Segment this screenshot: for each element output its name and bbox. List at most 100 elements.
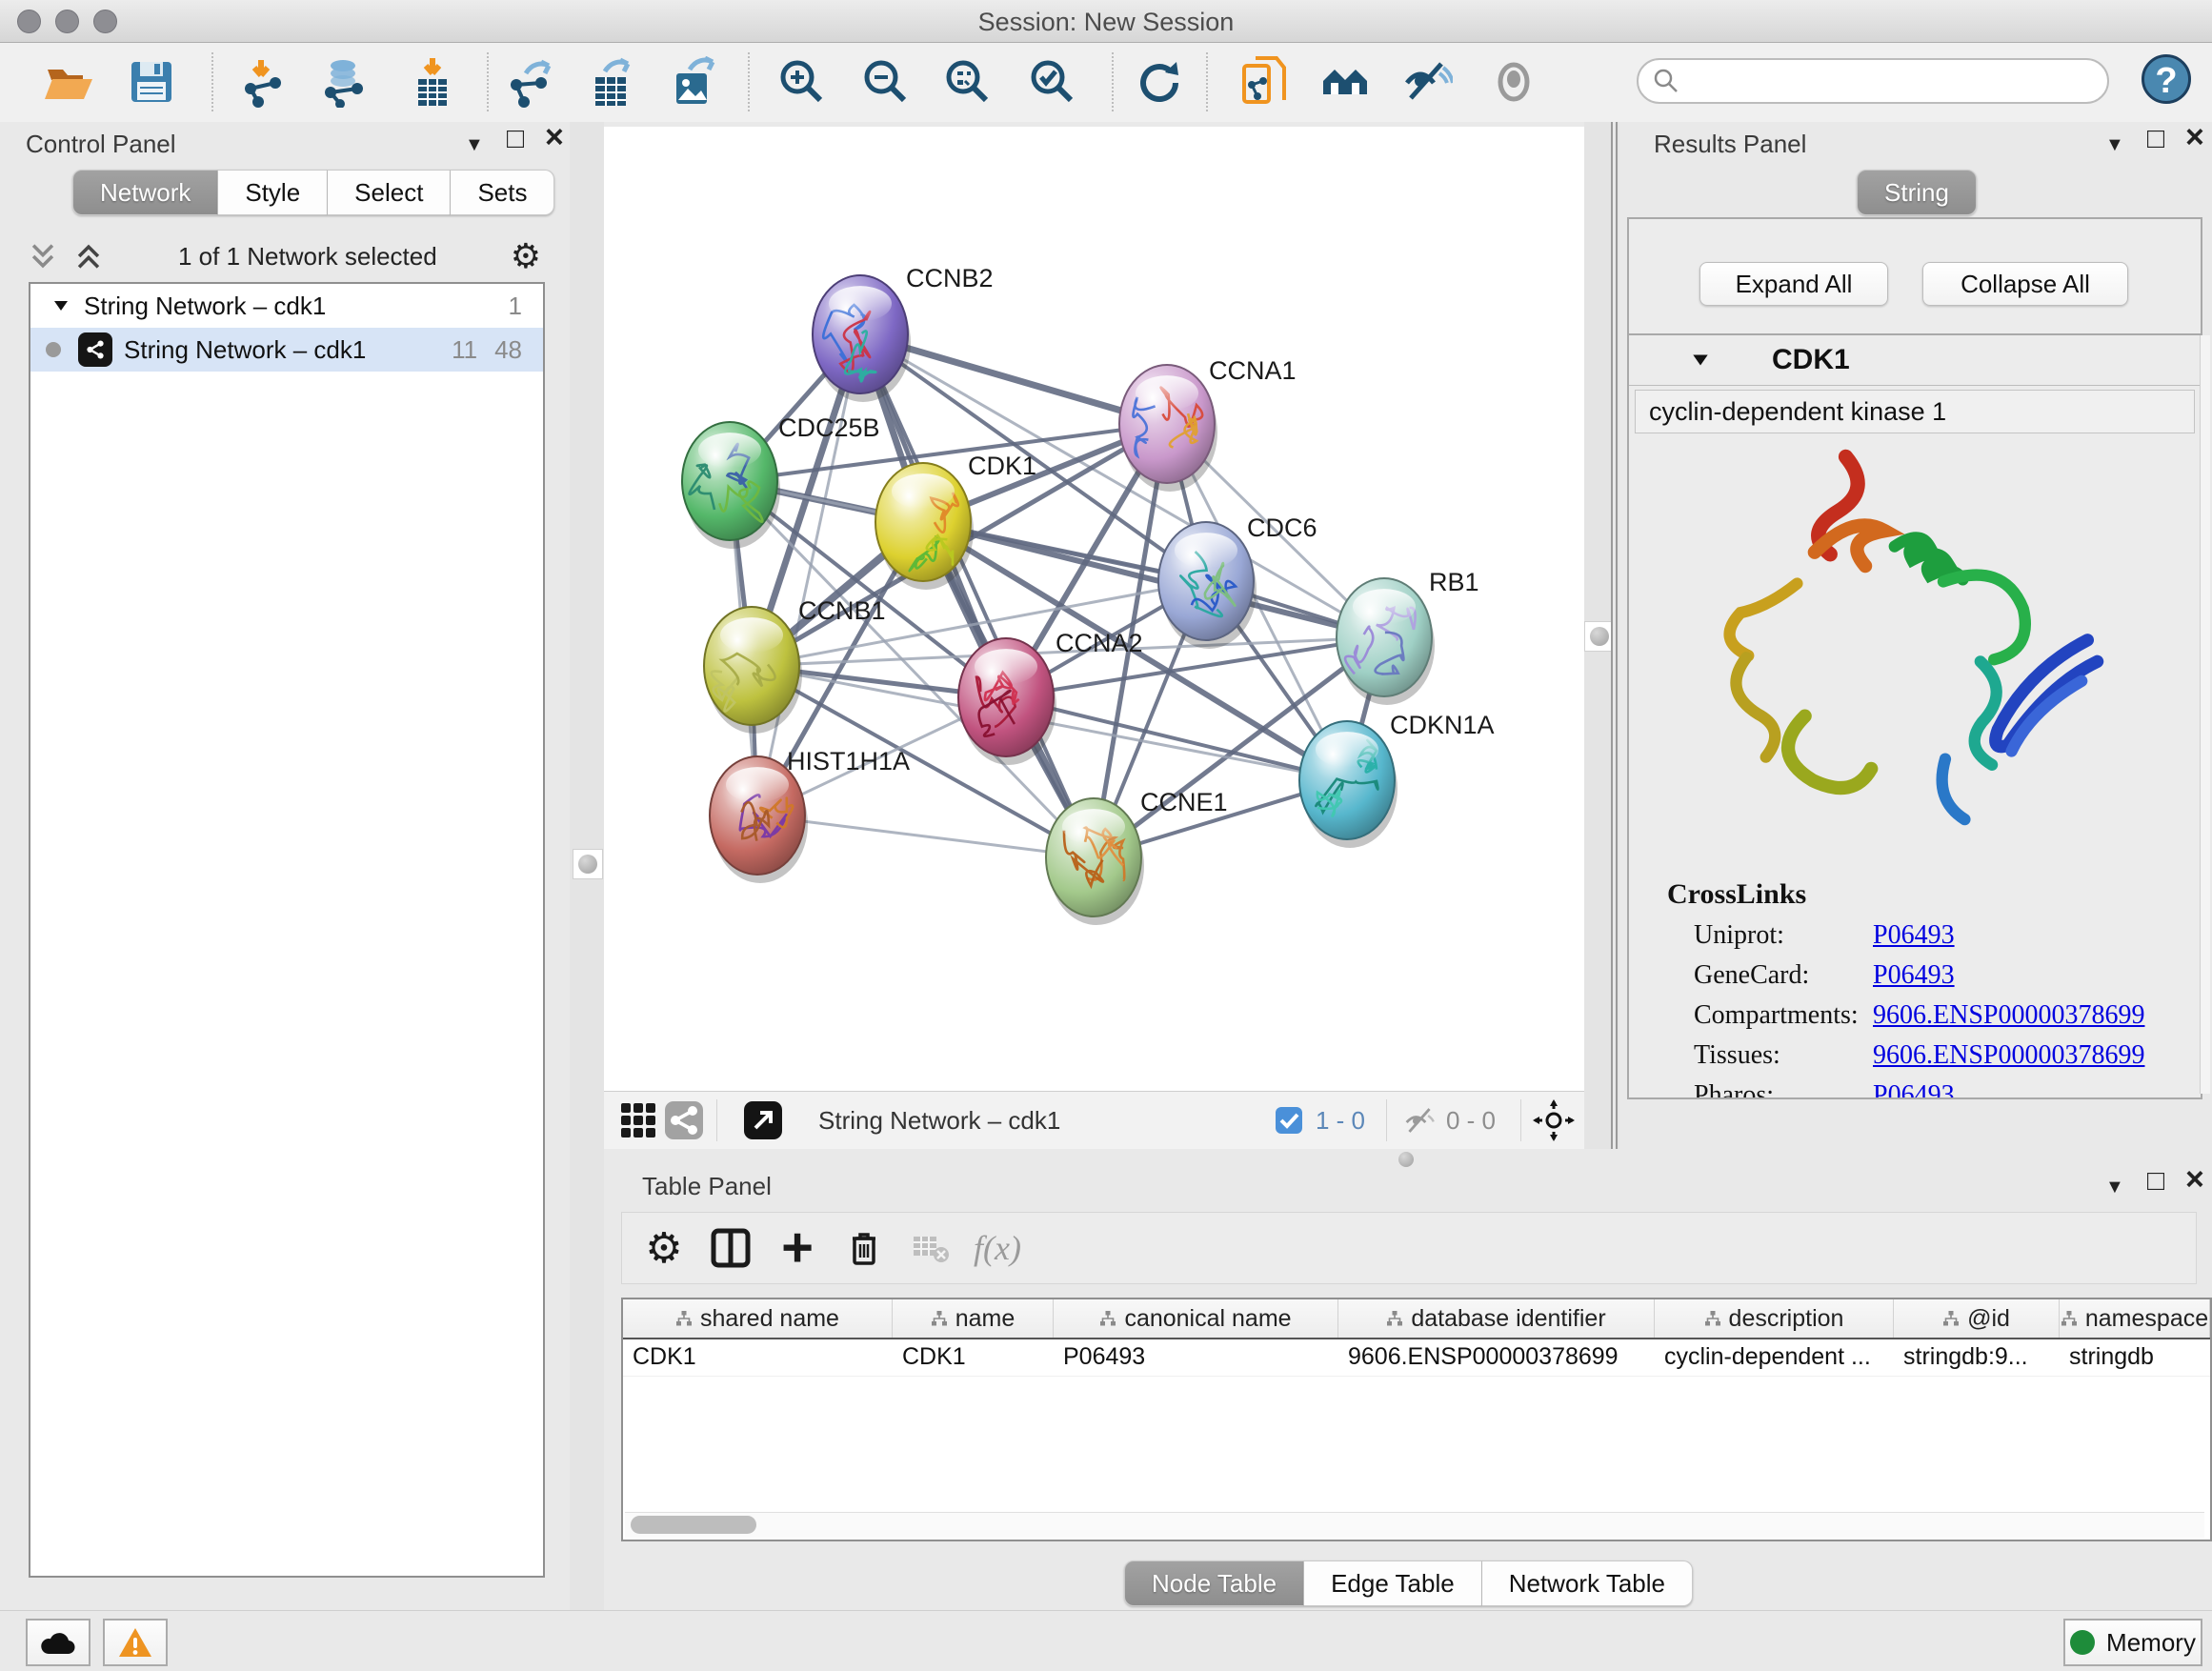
gene-section-header[interactable]: CDK1 — [1629, 335, 2201, 386]
results-panel-close-icon[interactable]: × — [2185, 124, 2204, 151]
import-table-icon[interactable] — [407, 56, 458, 108]
selected-checkbox-icon[interactable] — [1268, 1099, 1310, 1141]
column-header-namespace[interactable]: namespace — [2060, 1299, 2210, 1338]
network-node-ccnb1[interactable] — [704, 607, 802, 734]
cloud-button[interactable] — [26, 1619, 90, 1666]
results-panel-float-icon[interactable]: □ — [2147, 126, 2164, 152]
network-node-cdkn1a[interactable] — [1299, 721, 1398, 848]
import-network-file-icon[interactable] — [237, 56, 289, 108]
hide-selected-icon[interactable] — [1401, 56, 1453, 108]
tab-network[interactable]: Network — [72, 170, 218, 215]
column-header-database-identifier[interactable]: database identifier — [1338, 1299, 1655, 1338]
network-node-ccna1[interactable] — [1119, 365, 1217, 492]
right-splitter[interactable] — [1584, 122, 1619, 1149]
crosslink-link[interactable]: P06493 — [1873, 960, 1955, 991]
memory-button[interactable]: Memory — [2063, 1619, 2202, 1666]
crosslink-link[interactable]: P06493 — [1873, 1080, 1955, 1099]
show-all-icon[interactable] — [1488, 56, 1539, 108]
open-session-icon[interactable] — [42, 56, 93, 108]
table-horizontal-scrollbar[interactable] — [625, 1512, 2204, 1538]
control-panel-collapse-icon[interactable]: ▼ — [465, 131, 484, 158]
birds-eye-crosshair-icon[interactable] — [1533, 1099, 1575, 1141]
refresh-icon[interactable] — [1133, 56, 1184, 108]
import-network-database-icon[interactable] — [317, 56, 369, 108]
crosslink-link[interactable]: 9606.ENSP00000378699 — [1873, 1040, 2144, 1071]
table-cell[interactable]: CDK1 — [623, 1339, 893, 1376]
create-column-plus-icon[interactable]: + — [773, 1223, 822, 1273]
tab-network-table[interactable]: Network Table — [1482, 1560, 1693, 1606]
scrollbar-thumb[interactable] — [631, 1516, 756, 1534]
tab-string[interactable]: String — [1857, 170, 1977, 215]
show-columns-icon[interactable] — [706, 1223, 755, 1273]
network-edge[interactable] — [757, 334, 860, 815]
tab-style[interactable]: Style — [218, 170, 328, 215]
zoom-fit-icon[interactable] — [942, 56, 994, 108]
network-canvas[interactable]: CCNB2CCNA1CDC25BCDK1CDC6RB1CCNB1CCNA2CDK… — [604, 127, 1584, 1091]
export-network-icon[interactable] — [505, 56, 556, 108]
control-panel-float-icon[interactable]: □ — [507, 126, 524, 152]
left-splitter-handle[interactable] — [573, 849, 603, 879]
network-node-rb1[interactable] — [1337, 578, 1435, 705]
first-neighbors-icon[interactable] — [1319, 56, 1371, 108]
save-session-icon[interactable] — [126, 56, 177, 108]
clone-network-icon[interactable] — [1238, 56, 1290, 108]
table-row[interactable]: CDK1CDK1P064939606.ENSP00000378699cyclin… — [623, 1339, 2210, 1377]
tree-expander-icon[interactable] — [51, 296, 70, 315]
table-panel-close-icon[interactable]: × — [2185, 1166, 2204, 1193]
delete-column-trash-icon[interactable] — [839, 1223, 889, 1273]
column-header-canonical-name[interactable]: canonical name — [1054, 1299, 1338, 1338]
table-panel-float-icon[interactable]: □ — [2147, 1168, 2164, 1195]
export-table-icon[interactable] — [586, 56, 637, 108]
network-edge[interactable] — [860, 334, 1094, 857]
column-header-description[interactable]: description — [1655, 1299, 1894, 1338]
search-input[interactable] — [1680, 67, 2065, 95]
expand-all-icon[interactable] — [72, 240, 105, 272]
horizontal-splitter[interactable] — [604, 1149, 2212, 1170]
horizontal-splitter-handle[interactable] — [1398, 1152, 1414, 1167]
expand-all-button[interactable]: Expand All — [1699, 262, 1888, 306]
column-header-shared-name[interactable]: shared name — [623, 1299, 893, 1338]
warnings-button[interactable] — [103, 1619, 168, 1666]
table-cell[interactable]: stringdb:9... — [1894, 1339, 2060, 1376]
tab-select[interactable]: Select — [328, 170, 451, 215]
grid-view-icon[interactable] — [617, 1099, 659, 1141]
control-panel-title: Control Panel — [26, 130, 176, 159]
open-in-window-icon[interactable] — [742, 1099, 784, 1141]
zoom-selected-icon[interactable] — [1027, 56, 1078, 108]
table-cell[interactable]: cyclin-dependent ... — [1655, 1339, 1894, 1376]
table-cell[interactable]: CDK1 — [893, 1339, 1054, 1376]
tab-node-table[interactable]: Node Table — [1124, 1560, 1304, 1606]
crosslink-link[interactable]: P06493 — [1873, 920, 1955, 951]
network-tree-root-row[interactable]: String Network – cdk1 1 — [30, 284, 543, 328]
gene-expander-icon[interactable] — [1690, 350, 1711, 371]
results-panel-collapse-icon[interactable]: ▼ — [2105, 131, 2124, 158]
export-image-icon[interactable] — [667, 56, 718, 108]
network-node-cdc25b[interactable] — [682, 422, 780, 549]
zoom-out-icon[interactable] — [860, 56, 912, 108]
left-splitter[interactable] — [570, 122, 604, 1610]
collapse-all-button[interactable]: Collapse All — [1922, 262, 2128, 306]
table-cell[interactable]: 9606.ENSP00000378699 — [1338, 1339, 1655, 1376]
tab-edge-table[interactable]: Edge Table — [1304, 1560, 1482, 1606]
network-list-options-gear-icon[interactable]: ⚙ — [511, 236, 541, 276]
results-scrollbar[interactable] — [2200, 335, 2210, 1094]
collapse-all-icon[interactable] — [27, 240, 59, 272]
zoom-in-icon[interactable] — [776, 56, 828, 108]
network-node-ccnb2[interactable] — [813, 275, 911, 402]
help-icon[interactable]: ? — [2142, 54, 2193, 106]
table-cell[interactable]: stringdb — [2060, 1339, 2210, 1376]
control-panel-close-icon[interactable]: × — [545, 124, 564, 151]
table-options-gear-icon[interactable]: ⚙ — [639, 1223, 689, 1273]
network-node-ccne1[interactable] — [1046, 798, 1144, 925]
network-node-cdk1[interactable] — [875, 463, 974, 590]
network-node-cdc6[interactable] — [1158, 522, 1257, 649]
table-cell[interactable]: P06493 — [1054, 1339, 1338, 1376]
crosslink-link[interactable]: 9606.ENSP00000378699 — [1873, 1000, 2144, 1031]
table-panel-collapse-icon[interactable]: ▼ — [2105, 1174, 2124, 1200]
column-header-name[interactable]: name — [893, 1299, 1054, 1338]
network-share-view-icon[interactable] — [663, 1099, 705, 1141]
column-header--id[interactable]: @id — [1894, 1299, 2060, 1338]
tab-sets[interactable]: Sets — [451, 170, 554, 215]
network-tree-child-row[interactable]: String Network – cdk1 11 48 — [30, 328, 543, 372]
network-node-ccna2[interactable] — [958, 638, 1056, 765]
